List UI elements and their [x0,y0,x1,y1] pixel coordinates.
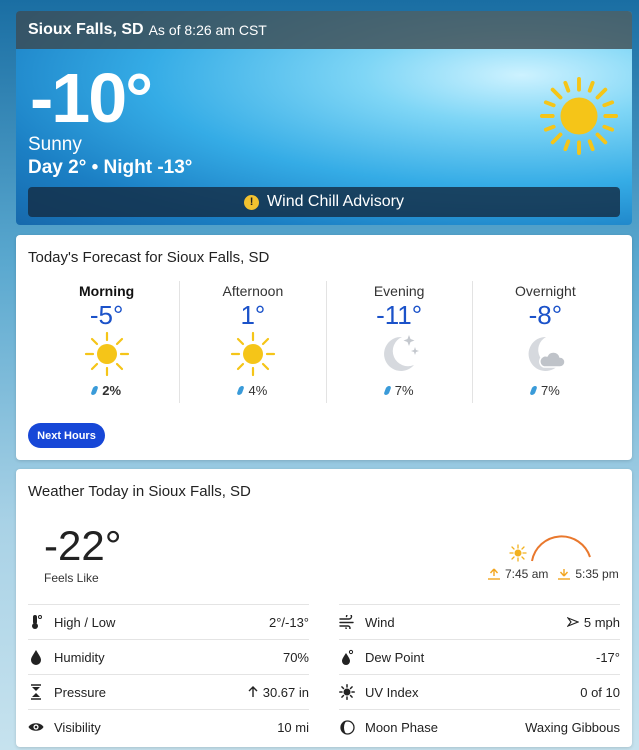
period-overnight[interactable]: Overnight -8° 7% [473,281,618,403]
sun-times: 7:45 am 5:35 pm [488,567,619,581]
precip-value: 4% [248,383,268,398]
location-bar: Sioux Falls, SD As of 8:26 am CST [16,11,632,49]
sun-icon [230,331,275,377]
feels-like-label: Feels Like [44,571,99,585]
dew-point-icon [339,649,355,665]
wind-icon [339,614,355,630]
arrow-up-icon [248,686,258,697]
day-night-temps: Day 2° • Night -13° [28,157,193,178]
todays-forecast-card: Today's Forecast for Sioux Falls, SD Mor… [16,235,632,460]
detail-row: High / Low 2°/-13° Wind 5 mph [28,604,620,639]
detail-dew-point: Dew Point -17° [339,639,620,674]
detail-uv-index: UV Index 0 of 10 [339,674,620,709]
sunrise-time: 7:45 am [505,567,549,581]
thermometer-icon [28,614,44,630]
moon-phase-icon [339,719,355,735]
period-temp: -11° [376,300,423,330]
period-temp: 1° [240,300,266,330]
current-condition: Sunny [28,134,82,155]
detail-row: Pressure 30.67 in UV Index 0 of 10 [28,674,620,709]
detail-grid: High / Low 2°/-13° Wind 5 mph Humidity 7… [28,604,620,744]
period-precip: 7% [529,383,560,398]
period-precip: 4% [236,383,268,398]
visibility-icon [28,719,44,735]
period-temp: -8° [528,300,563,330]
period-name: Evening [373,283,425,299]
period-evening[interactable]: Evening -11° 7% [327,281,473,403]
raindrop-icon [236,386,246,395]
location-name[interactable]: Sioux Falls, SD [28,21,144,39]
uv-index-icon [339,684,355,700]
pressure-icon [28,684,44,700]
moon-cloud-icon [528,336,567,371]
period-name: Afternoon [222,283,284,299]
sun-icon [84,331,129,377]
detail-humidity: Humidity 70% [28,639,309,674]
period-name: Overnight [515,283,576,299]
sunset-icon [558,569,571,580]
period-precip: 7% [383,383,414,398]
detail-moon-phase: Moon Phase Waxing Gibbous [339,709,620,744]
period-temp: -5° [89,300,124,330]
sun-arc-icon [509,535,591,562]
today-title: Weather Today in Sioux Falls, SD [28,483,251,500]
next-hours-button[interactable]: Next Hours [28,423,105,448]
detail-row: Humidity 70% Dew Point -17° [28,639,620,674]
period-morning[interactable]: Morning -5° 2% [34,281,181,403]
wind-direction-icon [566,617,579,627]
sunset: 5:35 pm [558,567,619,581]
forecast-title: Today's Forecast for Sioux Falls, SD [28,249,270,266]
raindrop-icon [383,386,392,395]
as-of-time: As of 8:26 am CST [148,22,267,38]
period-afternoon[interactable]: Afternoon 1° 4% [180,281,327,403]
current-temperature: -10° [30,59,153,137]
sunset-time: 5:35 pm [575,567,619,581]
alert-icon: ! [244,194,260,210]
detail-high-low: High / Low 2°/-13° [28,604,309,639]
detail-wind: Wind 5 mph [339,604,620,639]
raindrop-icon [90,386,99,395]
period-name: Morning [79,283,135,299]
raindrop-icon [529,386,538,395]
current-conditions-card: Sioux Falls, SD As of 8:26 am CST -10° S… [16,11,632,225]
sunrise-icon [488,568,500,580]
moon-stars-icon [384,335,420,371]
forecast-periods: Morning -5° 2% Afternoon 1° 4% Evening -… [34,281,618,403]
wind-chill-advisory-button[interactable]: ! Wind Chill Advisory [28,187,620,217]
precip-value: 2% [102,383,122,398]
period-precip: 2% [90,383,122,398]
sun-icon [540,77,618,155]
precip-value: 7% [394,383,414,398]
humidity-icon [28,649,44,665]
detail-pressure: Pressure 30.67 in [28,674,309,709]
precip-value: 7% [540,383,560,398]
alert-label: Wind Chill Advisory [267,193,404,210]
weather-today-card: Weather Today in Sioux Falls, SD -22° Fe… [16,469,632,747]
detail-visibility: Visibility 10 mi [28,709,309,744]
detail-row: Visibility 10 mi Moon Phase Waxing Gibbo… [28,709,620,744]
sunrise: 7:45 am [488,567,548,581]
feels-like-temperature: -22° [44,522,122,569]
